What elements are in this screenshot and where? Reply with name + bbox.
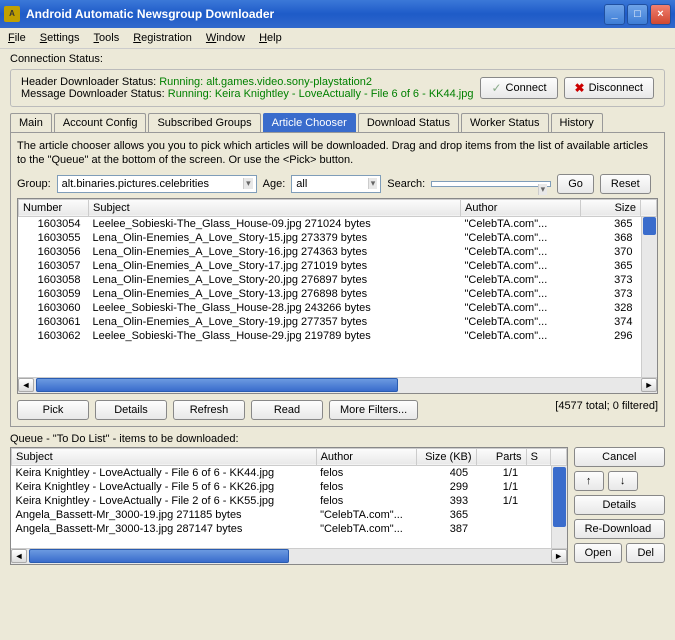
minimize-button[interactable]: _ bbox=[604, 4, 625, 25]
table-row[interactable]: Angela_Bassett-Mr_3000-19.jpg 271185 byt… bbox=[12, 508, 567, 522]
menu-help[interactable]: Help bbox=[259, 32, 282, 44]
menubar: File Settings Tools Registration Window … bbox=[0, 28, 675, 49]
window-title: Android Automatic Newsgroup Downloader bbox=[26, 7, 602, 21]
x-icon: ✖ bbox=[575, 81, 585, 95]
group-select[interactable]: alt.binaries.pictures.celebrities bbox=[57, 175, 257, 193]
table-row[interactable]: 1603062Leelee_Sobieski-The_Glass_House-2… bbox=[19, 329, 657, 343]
table-row[interactable]: Keira Knightley - LoveActually - File 2 … bbox=[12, 494, 567, 508]
table-row[interactable]: Angela_Bassett-Mr_3000-13.jpg 287147 byt… bbox=[12, 522, 567, 536]
connection-status-label: Connection Status: bbox=[10, 53, 665, 65]
qcol-sizekb[interactable]: Size (KB) bbox=[416, 448, 476, 465]
maximize-button[interactable]: □ bbox=[627, 4, 648, 25]
header-status-label: Header Downloader Status: bbox=[21, 76, 156, 88]
group-label: Group: bbox=[17, 178, 51, 190]
qcol-parts[interactable]: Parts bbox=[476, 448, 526, 465]
search-label: Search: bbox=[387, 178, 425, 190]
table-row[interactable]: Keira Knightley - LoveActually - File 5 … bbox=[12, 480, 567, 494]
tab-article-chooser[interactable]: Article Chooser bbox=[263, 113, 356, 132]
del-button[interactable]: Del bbox=[626, 543, 665, 563]
tab-history[interactable]: History bbox=[551, 113, 603, 132]
col-size[interactable]: Size bbox=[581, 199, 641, 216]
queue-table[interactable]: Subject Author Size (KB) Parts S Keira K… bbox=[10, 447, 568, 565]
table-row[interactable]: 1603055Lena_Olin-Enemies_A_Love_Story-15… bbox=[19, 231, 657, 245]
total-count: [4577 total; 0 filtered] bbox=[555, 400, 658, 420]
col-number[interactable]: Number bbox=[19, 199, 89, 216]
menu-file[interactable]: File bbox=[8, 32, 26, 44]
search-input[interactable] bbox=[431, 181, 551, 187]
queue-details-button[interactable]: Details bbox=[574, 495, 665, 515]
titlebar: A Android Automatic Newsgroup Downloader… bbox=[0, 0, 675, 28]
age-select[interactable]: all bbox=[291, 175, 381, 193]
articles-vscroll[interactable] bbox=[641, 217, 657, 377]
disconnect-button[interactable]: ✖Disconnect bbox=[564, 77, 654, 99]
col-subject[interactable]: Subject bbox=[89, 199, 461, 216]
table-row[interactable]: 1603058Lena_Olin-Enemies_A_Love_Story-20… bbox=[19, 273, 657, 287]
refresh-button[interactable]: Refresh bbox=[173, 400, 245, 420]
app-icon: A bbox=[4, 6, 20, 22]
table-row[interactable]: 1603056Lena_Olin-Enemies_A_Love_Story-16… bbox=[19, 245, 657, 259]
open-button[interactable]: Open bbox=[574, 543, 623, 563]
message-status-value: Running: Keira Knightley - LoveActually … bbox=[168, 88, 474, 100]
message-status-label: Message Downloader Status: bbox=[21, 88, 165, 100]
table-row[interactable]: 1603060Leelee_Sobieski-The_Glass_House-2… bbox=[19, 301, 657, 315]
tabs: Main Account Config Subscribed Groups Ar… bbox=[10, 113, 665, 132]
articles-table[interactable]: Number Subject Author Size 1603054Leelee… bbox=[17, 198, 658, 394]
close-button[interactable]: × bbox=[650, 4, 671, 25]
go-button[interactable]: Go bbox=[557, 174, 594, 194]
connection-status-box: Header Downloader Status: Running: alt.g… bbox=[10, 69, 665, 107]
age-label: Age: bbox=[263, 178, 286, 190]
queue-label: Queue - "To Do List" - items to be downl… bbox=[10, 433, 665, 445]
table-row[interactable]: 1603057Lena_Olin-Enemies_A_Love_Story-17… bbox=[19, 259, 657, 273]
qcol-s[interactable]: S bbox=[526, 448, 550, 465]
tab-download-status[interactable]: Download Status bbox=[358, 113, 459, 132]
more-filters-button[interactable]: More Filters... bbox=[329, 400, 418, 420]
table-row[interactable]: 1603061Lena_Olin-Enemies_A_Love_Story-19… bbox=[19, 315, 657, 329]
details-button[interactable]: Details bbox=[95, 400, 167, 420]
tab-account-config[interactable]: Account Config bbox=[54, 113, 147, 132]
menu-window[interactable]: Window bbox=[206, 32, 245, 44]
tab-worker-status[interactable]: Worker Status bbox=[461, 113, 549, 132]
read-button[interactable]: Read bbox=[251, 400, 323, 420]
checkmark-icon: ✓ bbox=[491, 81, 501, 95]
cancel-button[interactable]: Cancel bbox=[574, 447, 665, 467]
menu-settings[interactable]: Settings bbox=[40, 32, 80, 44]
reset-button[interactable]: Reset bbox=[600, 174, 651, 194]
col-author[interactable]: Author bbox=[461, 199, 581, 216]
pick-button[interactable]: Pick bbox=[17, 400, 89, 420]
menu-tools[interactable]: Tools bbox=[94, 32, 120, 44]
qcol-subject[interactable]: Subject bbox=[12, 448, 317, 465]
header-status-value: Running: alt.games.video.sony-playstatio… bbox=[159, 76, 372, 88]
article-chooser-panel: The article chooser allows you you to pi… bbox=[10, 132, 665, 427]
redownload-button[interactable]: Re-Download bbox=[574, 519, 665, 539]
table-row[interactable]: Keira Knightley - LoveActually - File 6 … bbox=[12, 465, 567, 480]
tab-subscribed-groups[interactable]: Subscribed Groups bbox=[148, 113, 260, 132]
qcol-author[interactable]: Author bbox=[316, 448, 416, 465]
table-row[interactable]: 1603059Lena_Olin-Enemies_A_Love_Story-13… bbox=[19, 287, 657, 301]
move-up-button[interactable]: ↑ bbox=[574, 471, 604, 491]
move-down-button[interactable]: ↓ bbox=[608, 471, 638, 491]
menu-registration[interactable]: Registration bbox=[133, 32, 192, 44]
articles-hscroll[interactable]: ◄► bbox=[18, 377, 657, 393]
chooser-description: The article chooser allows you you to pi… bbox=[17, 139, 658, 168]
queue-hscroll[interactable]: ◄► bbox=[11, 548, 567, 564]
table-row[interactable]: 1603054Leelee_Sobieski-The_Glass_House-0… bbox=[19, 216, 657, 231]
tab-main[interactable]: Main bbox=[10, 113, 52, 132]
queue-vscroll[interactable] bbox=[551, 466, 567, 548]
connect-button[interactable]: ✓Connect bbox=[480, 77, 557, 99]
